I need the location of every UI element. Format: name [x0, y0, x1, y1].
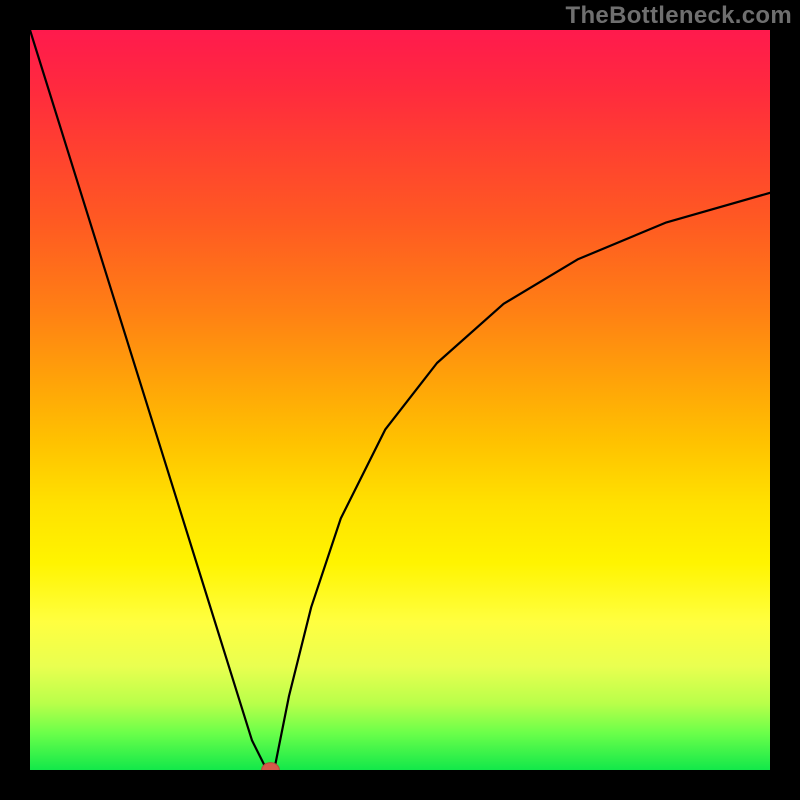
curve-left-branch	[30, 30, 267, 770]
chart-frame: TheBottleneck.com	[0, 0, 800, 800]
chart-svg	[30, 30, 770, 770]
plot-area	[30, 30, 770, 770]
watermark-text: TheBottleneck.com	[566, 2, 792, 30]
curve-right-branch	[274, 193, 770, 770]
